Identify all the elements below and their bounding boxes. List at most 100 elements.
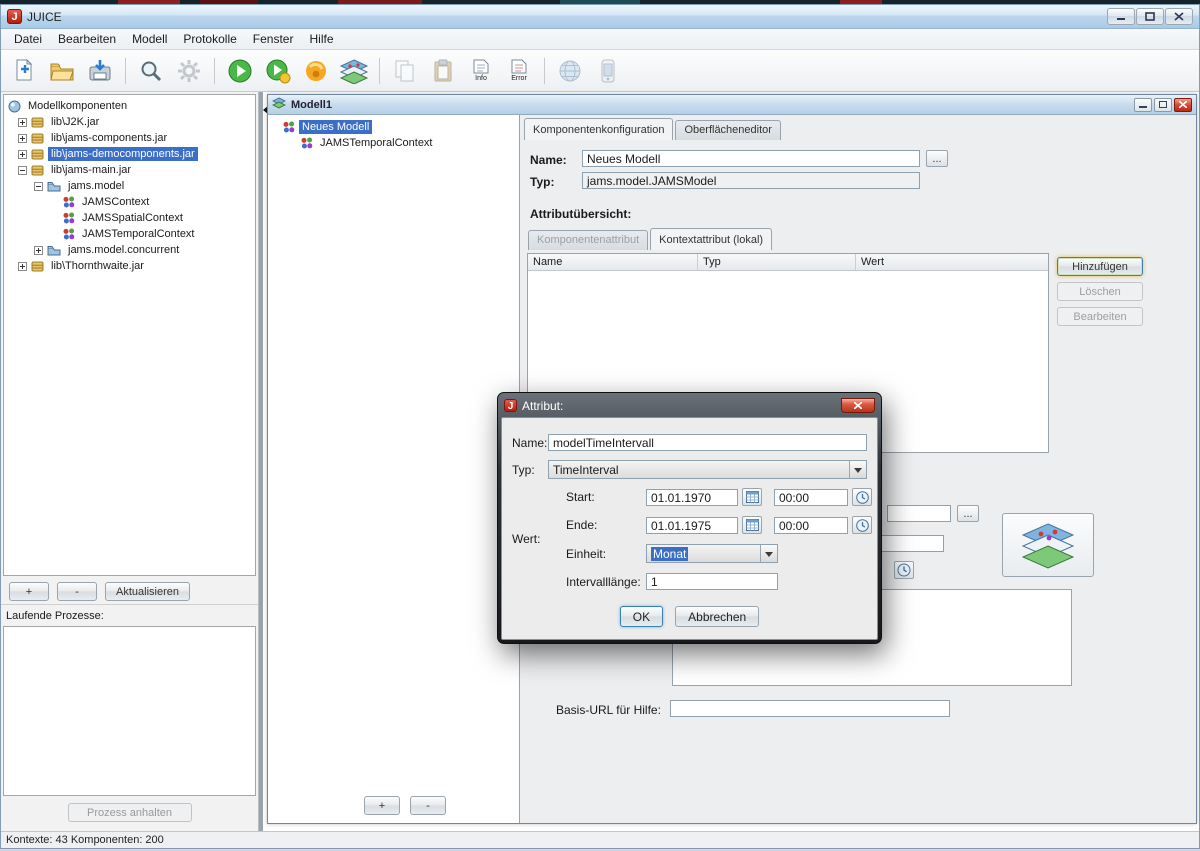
value-browse-button[interactable]: ... — [957, 505, 979, 522]
tab-komponentenkonfiguration[interactable]: Komponentenkonfiguration — [524, 118, 673, 140]
model-tree-root[interactable]: Neues Modell — [270, 119, 517, 135]
model-frame-title: Modell1 — [291, 99, 332, 111]
start-date-input[interactable]: 01.01.1970 — [646, 489, 738, 506]
info-log-label: Info — [475, 75, 487, 82]
menu-hilfe[interactable]: Hilfe — [302, 30, 340, 48]
tab-kontextattribut[interactable]: Kontextattribut (lokal) — [650, 228, 772, 250]
ok-button[interactable]: OK — [620, 606, 663, 627]
tab-oberflaecheneditor[interactable]: Oberflächeneditor — [675, 120, 780, 140]
menu-protokolle[interactable]: Protokolle — [176, 30, 243, 48]
run-model-button[interactable] — [223, 54, 257, 88]
search-button[interactable] — [134, 54, 168, 88]
tree-item[interactable]: jams.model.concurrent — [4, 242, 255, 258]
base-url-field[interactable] — [670, 700, 950, 717]
edit-attribute-button[interactable]: Bearbeiten — [1057, 307, 1143, 326]
paste-button[interactable] — [426, 54, 460, 88]
dialog-wert-label: Wert: — [512, 488, 548, 590]
model-tree-remove-button[interactable]: - — [410, 796, 446, 815]
refresh-button[interactable]: Aktualisieren — [105, 582, 190, 601]
remove-component-button[interactable]: - — [57, 582, 97, 601]
minimize-button[interactable] — [1107, 8, 1135, 25]
menu-bearbeiten[interactable]: Bearbeiten — [51, 30, 123, 48]
clock-button[interactable] — [894, 561, 914, 579]
attribute-dialog: J Attribut: Name: modelTimeIntervall Typ… — [497, 392, 882, 644]
tree-item[interactable]: jams.model — [4, 178, 255, 194]
model-tree-child[interactable]: JAMSTemporalContext — [270, 135, 517, 151]
name-field[interactable]: Neues Modell — [582, 150, 920, 167]
tree-item[interactable]: lib\jams-main.jar — [4, 162, 255, 178]
component-tree[interactable]: Modellkomponenten lib\J2K.jar lib\jams-c… — [3, 94, 256, 576]
open-model-button[interactable] — [45, 54, 79, 88]
dialog-close-button[interactable] — [841, 398, 875, 413]
settings-button[interactable] — [172, 54, 206, 88]
expand-icon[interactable] — [18, 134, 27, 143]
tree-item[interactable]: JAMSTemporalContext — [4, 226, 255, 242]
titlebar[interactable]: J JUICE — [1, 5, 1199, 29]
column-header-wert[interactable]: Wert — [856, 254, 1048, 270]
value-field[interactable] — [887, 505, 951, 522]
collapse-icon[interactable] — [18, 166, 27, 175]
frame-minimize-button[interactable] — [1134, 98, 1152, 112]
info-log-button[interactable]: Info — [464, 54, 498, 88]
maximize-button[interactable] — [1136, 8, 1164, 25]
column-header-name[interactable]: Name — [528, 254, 698, 270]
ende-date-input[interactable]: 01.01.1975 — [646, 517, 738, 534]
juice-logo-button[interactable] — [299, 54, 333, 88]
delete-attribute-button[interactable]: Löschen — [1057, 282, 1143, 301]
tree-item[interactable]: JAMSSpatialContext — [4, 210, 255, 226]
expand-icon[interactable] — [18, 150, 27, 159]
model-tree-panel[interactable]: Neues Modell JAMSTemporalContext + - — [268, 115, 520, 823]
menu-modell[interactable]: Modell — [125, 30, 174, 48]
cancel-button[interactable]: Abbrechen — [675, 606, 759, 627]
add-component-button[interactable]: + — [9, 582, 49, 601]
processes-list[interactable] — [3, 626, 256, 796]
tree-item[interactable]: lib\Thornthwaite.jar — [4, 258, 255, 274]
calendar-icon-button[interactable] — [742, 488, 762, 506]
start-time-input[interactable]: 00:00 — [774, 489, 848, 506]
status-text: Kontexte: 43 Komponenten: 200 — [6, 834, 164, 846]
menu-datei[interactable]: Datei — [7, 30, 49, 48]
clock-icon-button[interactable] — [852, 488, 872, 506]
tree-item[interactable]: lib\J2K.jar — [4, 114, 255, 130]
tree-item-selected[interactable]: lib\jams-democomponents.jar — [4, 146, 255, 162]
intervall-input[interactable]: 1 — [646, 573, 778, 590]
run-model-alt-button[interactable] — [261, 54, 295, 88]
device-button[interactable] — [591, 54, 625, 88]
expand-icon[interactable] — [34, 246, 43, 255]
web-button[interactable] — [553, 54, 587, 88]
ende-time-input[interactable]: 00:00 — [774, 517, 848, 534]
attribute-name-input[interactable]: modelTimeIntervall — [548, 434, 867, 451]
tree-item[interactable]: JAMSContext — [4, 194, 255, 210]
copy-button[interactable] — [388, 54, 422, 88]
tree-root[interactable]: Modellkomponenten — [4, 98, 255, 114]
menu-fenster[interactable]: Fenster — [246, 30, 301, 48]
tab-komponentenattribut[interactable]: Komponentenattribut — [528, 230, 648, 250]
calendar-icon-button[interactable] — [742, 516, 762, 534]
attribute-type-combo[interactable]: TimeInterval — [548, 460, 867, 479]
chevron-down-icon[interactable] — [849, 461, 866, 478]
gis-layers-button[interactable] — [337, 54, 371, 88]
error-log-button[interactable]: Error — [502, 54, 536, 88]
save-model-button[interactable] — [83, 54, 117, 88]
model-frame-titlebar[interactable]: Modell1 — [268, 95, 1196, 115]
toolbar-separator — [125, 58, 126, 84]
close-button[interactable] — [1165, 8, 1193, 25]
model-tree-add-button[interactable]: + — [364, 796, 400, 815]
stop-process-button[interactable]: Prozess anhalten — [68, 803, 192, 822]
frame-maximize-button[interactable] — [1154, 98, 1172, 112]
new-model-button[interactable] — [7, 54, 41, 88]
column-header-typ[interactable]: Typ — [698, 254, 856, 270]
collapse-icon[interactable] — [34, 182, 43, 191]
clock-icon-button[interactable] — [852, 516, 872, 534]
name-browse-button[interactable]: ... — [926, 150, 948, 167]
einheit-combo[interactable]: Monat — [646, 544, 778, 563]
expand-icon[interactable] — [18, 262, 27, 271]
folder-icon — [47, 181, 61, 192]
add-attribute-button[interactable]: Hinzufügen — [1057, 257, 1143, 276]
chevron-down-icon[interactable] — [760, 545, 777, 562]
tree-item[interactable]: lib\jams-components.jar — [4, 130, 255, 146]
gis-preview-button[interactable] — [1002, 513, 1094, 577]
dialog-titlebar[interactable]: J Attribut: — [501, 396, 878, 417]
frame-close-button[interactable] — [1174, 98, 1192, 112]
expand-icon[interactable] — [18, 118, 27, 127]
